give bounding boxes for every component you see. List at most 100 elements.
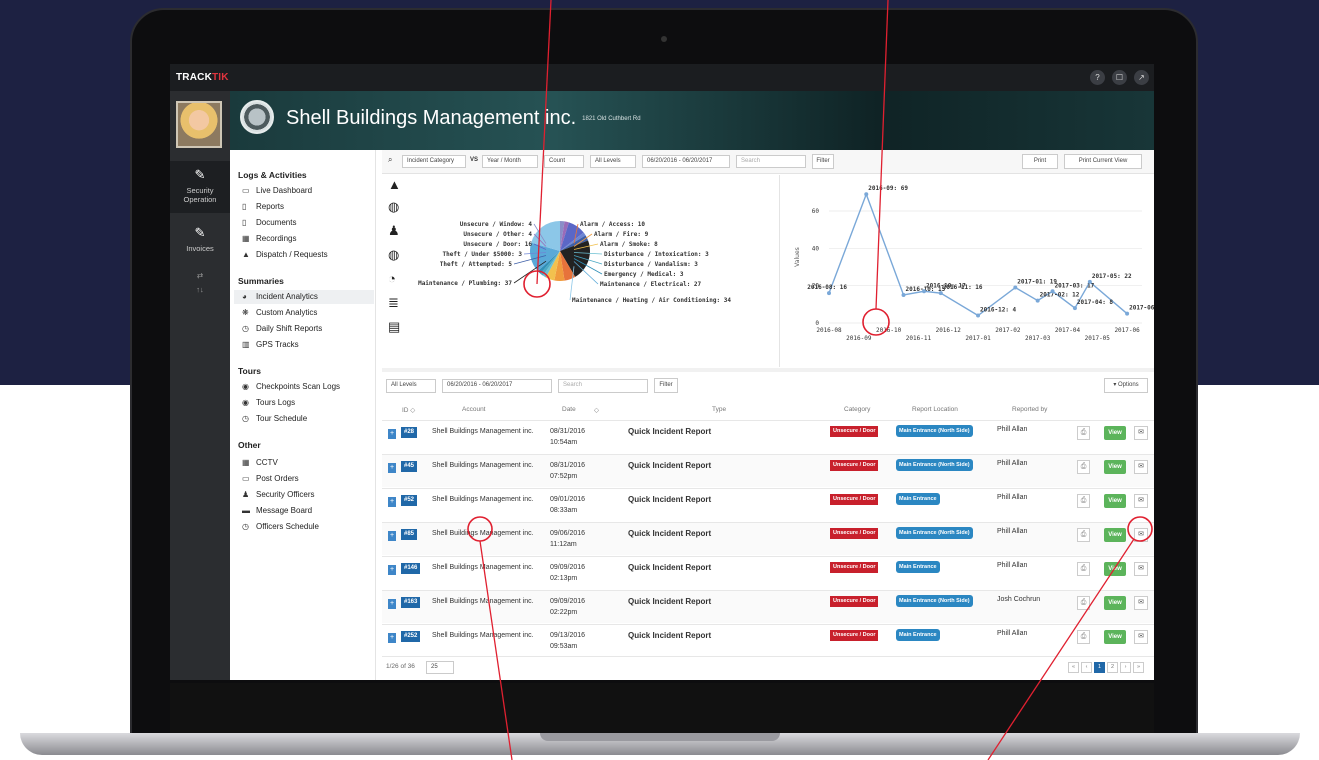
col-date[interactable]: Date (562, 406, 576, 413)
location-badge: Main Entrance (896, 561, 940, 573)
pdf-icon[interactable]: ⎙ (1077, 596, 1090, 610)
email-icon[interactable]: ✉ (1134, 426, 1148, 440)
sidebar-item-incident-analytics[interactable]: ◕ Incident Analytics (234, 290, 374, 304)
email-icon[interactable]: ✉ (1134, 528, 1148, 542)
options-button[interactable]: ▾ Options (1104, 378, 1148, 393)
sidebar-item-tour-schedule[interactable]: ◷ Tour Schedule (242, 414, 307, 423)
sidebar-item-tours-logs[interactable]: ◉ Tours Logs (242, 398, 295, 407)
filter-button[interactable]: Filter (812, 154, 834, 169)
view-button[interactable]: View (1104, 426, 1126, 440)
table-row[interactable]: + #163 Shell Buildings Management inc. 09/0… (382, 590, 1154, 623)
sidebar-item-custom-analytics[interactable]: ❋ Custom Analytics (242, 308, 317, 317)
expand-row-button[interactable]: + (388, 599, 396, 609)
table-row[interactable]: + #252 Shell Buildings Management inc. 09/1… (382, 624, 1154, 657)
page-1[interactable]: 1 (1094, 662, 1105, 673)
incident-id-badge[interactable]: #85 (401, 529, 418, 540)
list-filter-button[interactable]: Filter (654, 378, 678, 393)
col-category[interactable]: Category (844, 406, 870, 413)
col-sort-icon[interactable]: ◇ (594, 406, 599, 414)
page-last[interactable]: » (1133, 662, 1144, 673)
email-icon[interactable]: ✉ (1134, 630, 1148, 644)
table-row[interactable]: + #45 Shell Buildings Management inc. 08/31… (382, 454, 1154, 487)
tracktik-logo[interactable]: TRACKTIK (176, 72, 229, 83)
expand-row-button[interactable]: + (388, 633, 396, 643)
category-select[interactable]: Incident Category (402, 155, 466, 168)
page-first[interactable]: « (1068, 662, 1079, 673)
checkpoint-icon: ◉ (242, 382, 249, 391)
email-icon[interactable]: ✉ (1134, 494, 1148, 508)
col-report-location[interactable]: Report Location (912, 406, 958, 413)
view-button[interactable]: View (1104, 630, 1126, 644)
sidebar-item-recordings[interactable]: ▦ Recordings (242, 234, 296, 243)
table-row[interactable]: + #52 Shell Buildings Management inc. 09/01… (382, 488, 1154, 521)
pdf-icon[interactable]: ⎙ (1077, 460, 1090, 474)
expand-row-button[interactable]: + (388, 429, 396, 439)
expand-row-button[interactable]: + (388, 463, 396, 473)
swap-icon[interactable]: ⇄ (170, 271, 230, 280)
col-type[interactable]: Type (712, 406, 726, 413)
chat-icon[interactable]: ☐ (1112, 70, 1127, 85)
sidebar-item-documents[interactable]: ▯ Documents (242, 218, 296, 227)
sidebar-item-message-board[interactable]: ▬ Message Board (242, 506, 312, 515)
incident-id-badge[interactable]: #146 (401, 563, 421, 574)
rail-item-security-operation[interactable]: ✎ Security Operation (170, 161, 230, 213)
panel-resize-handle[interactable] (382, 368, 1154, 372)
incident-id-badge[interactable]: #252 (401, 631, 421, 642)
sidebar-item-gps-tracks[interactable]: ▥ GPS Tracks (242, 340, 299, 349)
view-button[interactable]: View (1104, 460, 1126, 474)
expand-row-button[interactable]: + (388, 531, 396, 541)
pdf-icon[interactable]: ⎙ (1077, 426, 1090, 440)
view-button[interactable]: View (1104, 494, 1126, 508)
view-button[interactable]: View (1104, 596, 1126, 610)
logout-icon[interactable]: ↗ (1134, 70, 1149, 85)
avatar[interactable] (176, 101, 222, 148)
sidebar-item-live-dashboard[interactable]: ▭ Live Dashboard (242, 186, 312, 195)
col-id[interactable]: ID ◇ (402, 406, 415, 414)
pdf-icon[interactable]: ⎙ (1077, 630, 1090, 644)
sidebar-item-security-officers[interactable]: ♟ Security Officers (242, 490, 315, 499)
print-current-view-button[interactable]: Print Current View (1064, 154, 1142, 169)
count-select[interactable]: Count (544, 155, 584, 168)
expand-row-button[interactable]: + (388, 497, 396, 507)
table-row[interactable]: + #146 Shell Buildings Management inc. 09/0… (382, 556, 1154, 589)
list-date-range-input[interactable]: 06/20/2016 - 06/20/2017 (442, 379, 552, 393)
pdf-icon[interactable]: ⎙ (1077, 528, 1090, 542)
table-row[interactable]: + #28 Shell Buildings Management inc. 08/31… (382, 420, 1154, 453)
list-search-input[interactable]: Search (558, 379, 648, 393)
incident-id-badge[interactable]: #163 (401, 597, 421, 608)
search-input[interactable]: Search (736, 155, 806, 168)
col-account[interactable]: Account (462, 406, 486, 413)
sidebar-item-post-orders[interactable]: ▭ Post Orders (242, 474, 299, 483)
incident-id-badge[interactable]: #45 (401, 461, 418, 472)
date-range-input[interactable]: 06/20/2016 - 06/20/2017 (642, 155, 730, 168)
page-next[interactable]: › (1120, 662, 1131, 673)
sidebar-item-checkpoints[interactable]: ◉ Checkpoints Scan Logs (242, 382, 340, 391)
page-2[interactable]: 2 (1107, 662, 1118, 673)
sidebar-item-officers-schedule[interactable]: ◷ Officers Schedule (242, 522, 319, 531)
email-icon[interactable]: ✉ (1134, 562, 1148, 576)
pdf-icon[interactable]: ⎙ (1077, 494, 1090, 508)
period-select[interactable]: Year / Month (482, 155, 538, 168)
levels-select[interactable]: All Levels (590, 155, 636, 168)
sidebar-item-dispatch[interactable]: ▲ Dispatch / Requests (242, 250, 328, 259)
view-button[interactable]: View (1104, 528, 1126, 542)
incident-id-badge[interactable]: #52 (401, 495, 418, 506)
pdf-icon[interactable]: ⎙ (1077, 562, 1090, 576)
email-icon[interactable]: ✉ (1134, 596, 1148, 610)
page-prev[interactable]: ‹ (1081, 662, 1092, 673)
sort-icon[interactable]: ↑↓ (170, 285, 230, 294)
view-button[interactable]: View (1104, 562, 1126, 576)
table-row[interactable]: + #85 Shell Buildings Management inc. 09/06… (382, 522, 1154, 555)
incident-id-badge[interactable]: #28 (401, 427, 418, 438)
sidebar-item-cctv[interactable]: ▦ CCTV (242, 458, 278, 467)
col-reported-by[interactable]: Reported by (1012, 406, 1047, 413)
sidebar-item-daily-shift-reports[interactable]: ◷ Daily Shift Reports (242, 324, 322, 333)
rail-item-invoices[interactable]: ✎ Invoices (170, 219, 230, 263)
expand-row-button[interactable]: + (388, 565, 396, 575)
email-icon[interactable]: ✉ (1134, 460, 1148, 474)
page-size-select[interactable]: 25 (426, 661, 454, 674)
sidebar-item-reports[interactable]: ▯ Reports (242, 202, 284, 211)
list-levels-select[interactable]: All Levels (386, 379, 436, 393)
print-button[interactable]: Print (1022, 154, 1058, 169)
help-icon[interactable]: ? (1090, 70, 1105, 85)
